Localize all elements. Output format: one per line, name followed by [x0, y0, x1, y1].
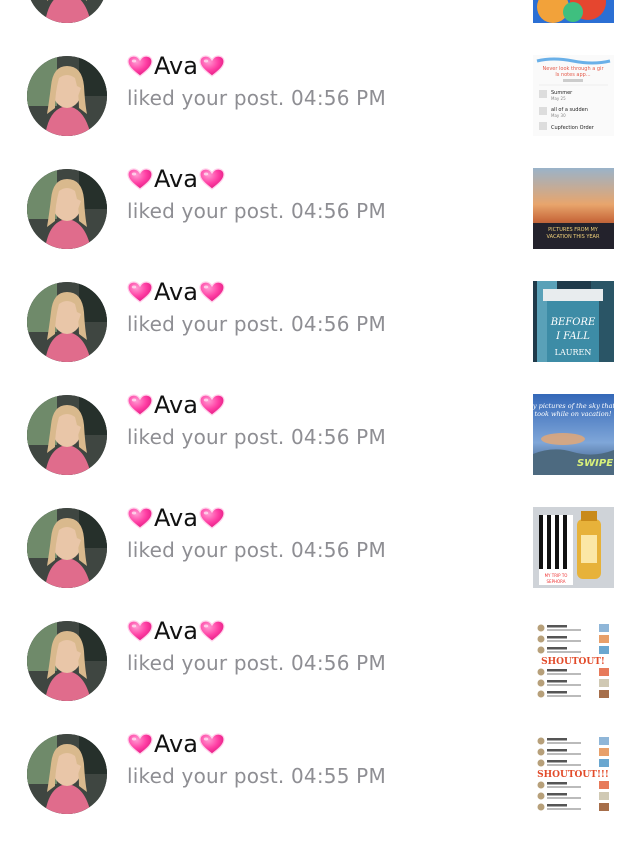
user-name-text: Ava [154, 504, 198, 532]
notification-text: liked your post. 04:56 PM [127, 86, 386, 110]
user-name-text: Ava [154, 278, 198, 306]
notification-text: liked your post. 04:56 PM [127, 425, 386, 449]
svg-text:SEPHORA: SEPHORA [547, 579, 566, 584]
svg-text:May 30: May 30 [551, 113, 566, 118]
timestamp: 04:56 PM [290, 199, 386, 223]
svg-text:ls notes app...: ls notes app... [555, 72, 591, 78]
notification-row[interactable]: Ava liked your post. 04:56 PM My pictures … [0, 391, 640, 510]
pink-heart-icon [199, 281, 225, 303]
action-text: liked your post. [127, 764, 285, 788]
notification-text: liked your post. 04:55 PM [127, 764, 386, 788]
pink-heart-icon [199, 394, 225, 416]
story-colorful-icon [533, 0, 614, 23]
svg-text:My pictures of the sky that I: My pictures of the sky that I [533, 402, 614, 410]
post-thumbnail[interactable]: SHOUTOUT! [533, 620, 614, 701]
svg-text:MY TRIP TO: MY TRIP TO [545, 573, 568, 578]
svg-text:VACATION THIS YEAR: VACATION THIS YEAR [547, 234, 600, 240]
pink-heart-icon [199, 620, 225, 642]
user-name[interactable]: Ava [127, 391, 225, 419]
notification-row[interactable]: Avaliked your post. 04:56 PM [0, 0, 640, 58]
timestamp: 04:56 PM [290, 425, 386, 449]
action-text: liked your post. [127, 425, 285, 449]
pink-heart-icon [127, 620, 153, 642]
action-text: liked your post. [127, 199, 285, 223]
user-avatar[interactable] [27, 56, 107, 136]
pink-heart-icon [199, 507, 225, 529]
notification-row[interactable]: Ava liked your post. 04:56 PM Never look t… [0, 52, 640, 171]
user-name-text: Ava [154, 52, 198, 80]
sky-pictures-post-icon: My pictures of the sky that Itook while … [533, 394, 614, 475]
shoutout-screenshot-post-icon: SHOUTOUT!!! [533, 733, 614, 814]
pink-heart-icon [199, 733, 225, 755]
pink-heart-icon [127, 168, 153, 190]
sephora-bag-post-icon: MY TRIP TO SEPHORA [533, 507, 614, 588]
timestamp: 04:56 PM [290, 312, 386, 336]
pink-heart-icon [199, 55, 225, 77]
user-avatar[interactable] [27, 395, 107, 475]
post-thumbnail[interactable]: SHOUTOUT!!! [533, 733, 614, 814]
user-avatar[interactable] [27, 169, 107, 249]
notification-row[interactable]: Ava liked your post. 04:56 PM BEFORE I FALL… [0, 278, 640, 397]
timestamp: 04:56 PM [290, 538, 386, 562]
svg-text:SWIPE: SWIPE [577, 458, 613, 469]
svg-text:PICTURES FROM MY: PICTURES FROM MY [548, 227, 599, 233]
user-avatar[interactable] [27, 0, 107, 23]
shoutout-screenshot-post-icon: SHOUTOUT! [533, 620, 614, 701]
svg-text:May 25: May 25 [551, 96, 566, 101]
before-i-fall-book-post-icon: BEFORE I FALL LAUREN [533, 281, 614, 362]
svg-text:I FALL: I FALL [555, 331, 590, 342]
user-name[interactable]: Ava [127, 52, 225, 80]
user-name-text: Ava [154, 617, 198, 645]
pink-heart-icon [127, 394, 153, 416]
user-name[interactable]: Ava [127, 730, 225, 758]
user-name[interactable]: Ava [127, 617, 225, 645]
post-thumbnail[interactable]: MY TRIP TO SEPHORA [533, 507, 614, 588]
action-text: liked your post. [127, 651, 285, 675]
user-avatar[interactable] [27, 621, 107, 701]
notification-text: liked your post. 04:56 PM [127, 538, 386, 562]
timestamp: 04:55 PM [290, 764, 386, 788]
post-thumbnail[interactable]: My pictures of the sky that Itook while … [533, 394, 614, 475]
pink-heart-icon [127, 281, 153, 303]
notification-text: liked your post. 04:56 PM [127, 312, 386, 336]
notification-row[interactable]: Ava liked your post. 04:55 PM SHOUTOUT!!! [0, 730, 640, 849]
user-name[interactable]: Ava [127, 165, 225, 193]
svg-text:BEFORE: BEFORE [550, 317, 596, 328]
pink-heart-icon [127, 507, 153, 529]
pink-heart-icon [127, 55, 153, 77]
user-name[interactable]: Ava [127, 278, 225, 306]
post-thumbnail[interactable]: Never look through a gir ls notes app... S… [533, 55, 614, 136]
svg-text:SHOUTOUT!!!: SHOUTOUT!!! [537, 770, 609, 780]
notification-row[interactable]: Ava liked your post. 04:56 PM SHOUTOUT! [0, 617, 640, 736]
pink-heart-icon [199, 168, 225, 190]
notes-list-post-icon: Never look through a gir ls notes app... S… [533, 55, 614, 136]
svg-text:took while on vacation!: took while on vacation! [535, 410, 612, 418]
post-thumbnail[interactable]: BEFORE I FALL LAUREN [533, 281, 614, 362]
action-text: liked your post. [127, 86, 285, 110]
post-thumbnail[interactable] [533, 0, 614, 23]
user-name[interactable]: Ava [127, 504, 225, 532]
svg-text:SHOUTOUT!: SHOUTOUT! [541, 657, 605, 667]
user-avatar[interactable] [27, 282, 107, 362]
notification-text: liked your post. 04:56 PM [127, 199, 386, 223]
action-text: liked your post. [127, 538, 285, 562]
notification-row[interactable]: Ava liked your post. 04:56 PM MY TRIP TO SE… [0, 504, 640, 623]
svg-text:LAUREN: LAUREN [555, 348, 592, 357]
timestamp: 04:56 PM [290, 651, 386, 675]
sunset-vacation-post-icon: PICTURES FROM MY VACATION THIS YEAR [533, 168, 614, 249]
pink-heart-icon [127, 733, 153, 755]
notification-row[interactable]: Ava liked your post. 04:56 PM PICTURES FRO… [0, 165, 640, 284]
user-name-text: Ava [154, 165, 198, 193]
notification-text: liked your post. 04:56 PM [127, 651, 386, 675]
user-avatar[interactable] [27, 508, 107, 588]
user-avatar[interactable] [27, 734, 107, 814]
svg-text:Cupfection Order: Cupfection Order [551, 125, 595, 131]
action-text: liked your post. [127, 312, 285, 336]
user-name-text: Ava [154, 730, 198, 758]
user-name-text: Ava [154, 391, 198, 419]
post-thumbnail[interactable]: PICTURES FROM MY VACATION THIS YEAR [533, 168, 614, 249]
timestamp: 04:56 PM [290, 86, 386, 110]
